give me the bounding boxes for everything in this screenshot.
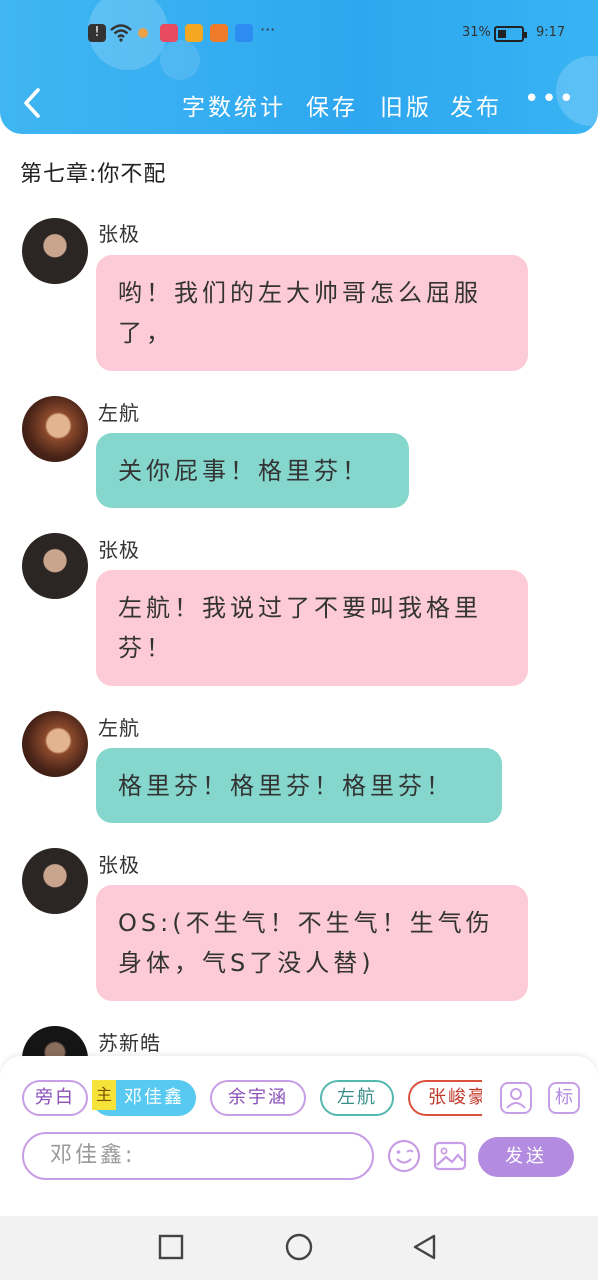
news-app-icon — [160, 24, 178, 42]
word-count-button[interactable]: 字数统计 — [182, 88, 286, 122]
search-app-icon — [235, 24, 253, 42]
publish-button[interactable]: 发布 — [450, 88, 502, 122]
avatar[interactable] — [22, 711, 88, 777]
app-icon — [138, 28, 148, 38]
avatar[interactable] — [22, 848, 88, 914]
emoji-icon[interactable] — [386, 1138, 422, 1174]
image-icon[interactable] — [432, 1138, 468, 1174]
old-version-button[interactable]: 旧版 — [380, 88, 432, 122]
sender-name: 张极 — [98, 853, 140, 877]
role-chip-narration[interactable]: 旁白 — [22, 1080, 88, 1116]
folder-app-icon — [185, 24, 203, 42]
chapter-title[interactable]: 第七章:你不配 — [20, 156, 166, 188]
add-role-button[interactable] — [500, 1082, 532, 1114]
avatar[interactable] — [22, 533, 88, 599]
back-icon[interactable] — [18, 86, 48, 120]
main-role-badge: 主 — [92, 1080, 116, 1110]
sender-name: 苏新皓 — [98, 1031, 161, 1055]
message-bubble[interactable]: OS:(不生气！不生气！生气伤身体，气S了没人替) — [96, 885, 528, 1001]
home-icon[interactable] — [284, 1232, 314, 1262]
tag-button[interactable]: 标 — [548, 1082, 580, 1114]
sender-name: 左航 — [98, 716, 140, 740]
role-chip[interactable]: 余宇涵 — [210, 1080, 306, 1116]
recent-apps-icon[interactable] — [156, 1232, 186, 1262]
message-bubble[interactable]: 左航！我说过了不要叫我格里芬！ — [96, 570, 528, 686]
more-notifications-icon: ··· — [260, 20, 276, 39]
wifi-icon — [110, 24, 132, 42]
save-button[interactable]: 保存 — [306, 88, 358, 122]
back-nav-icon[interactable] — [410, 1232, 440, 1262]
more-options-icon[interactable]: ••• — [524, 86, 574, 112]
video-app-icon — [210, 24, 228, 42]
send-button[interactable]: 发送 — [478, 1137, 574, 1177]
app-header: ! ··· 31% 9:17 字数统计 保存 旧版 发布 ••• — [0, 0, 598, 134]
sender-name: 张极 — [98, 538, 140, 562]
avatar[interactable] — [22, 218, 88, 284]
alert-icon: ! — [88, 24, 106, 42]
role-chip[interactable]: 张峻豪 — [408, 1080, 482, 1116]
person-icon — [506, 1088, 526, 1109]
sender-name: 左航 — [98, 401, 140, 425]
battery-icon — [494, 26, 527, 42]
message-bubble[interactable]: 哟！我们的左大帅哥怎么屈服了， — [96, 255, 528, 371]
sender-name: 张极 — [98, 222, 140, 246]
avatar[interactable] — [22, 396, 88, 462]
message-bubble[interactable]: 格里芬！格里芬！格里芬！ — [96, 748, 502, 823]
status-bar: ! ··· 31% 9:17 — [0, 18, 598, 50]
message-input[interactable]: 邓佳鑫: — [22, 1132, 374, 1180]
clock: 9:17 — [536, 25, 566, 40]
message-bubble[interactable]: 关你屁事！格里芬！ — [96, 433, 409, 508]
role-chip[interactable]: 左航 — [320, 1080, 394, 1116]
battery-percent: 31% — [462, 25, 491, 40]
